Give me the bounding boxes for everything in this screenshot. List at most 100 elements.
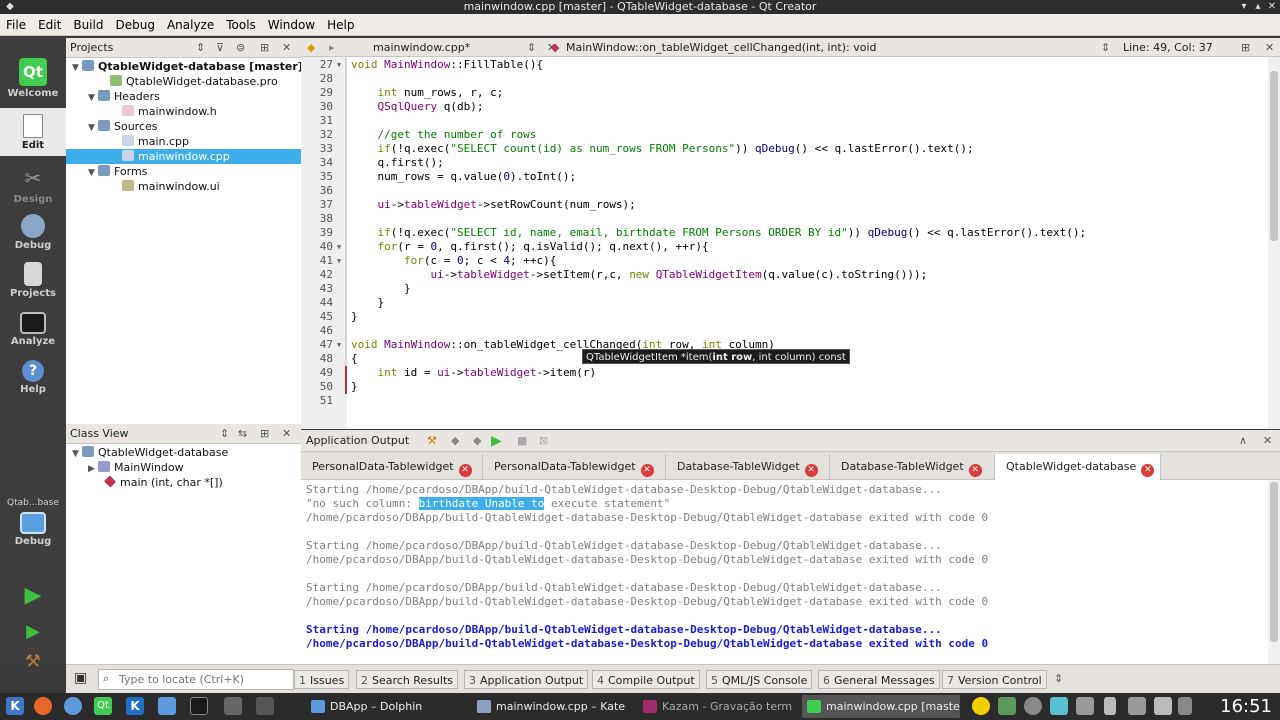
code-editor[interactable]: void MainWindow::FillTable(){ int num_ro…: [347, 57, 1268, 429]
close-tab-icon[interactable]: ✕: [804, 464, 818, 477]
application-output[interactable]: Starting /home/pcardoso/DBApp/build-Qtab…: [301, 480, 1268, 664]
editor-file-name[interactable]: mainwindow.cpp*: [373, 38, 470, 57]
split-panel-icon[interactable]: ⊞: [260, 424, 269, 444]
output-tab[interactable]: PersonalData-Tablewidget ✕: [483, 454, 666, 480]
menu-file[interactable]: File: [0, 14, 32, 36]
menu-build[interactable]: Build: [67, 14, 109, 36]
close-tab-icon[interactable]: ✕: [458, 464, 472, 477]
next-item-icon[interactable]: ◆: [473, 430, 481, 452]
toggle-sidebar-icon[interactable]: ▣: [74, 670, 87, 686]
close-tab-icon[interactable]: ✕: [1141, 464, 1155, 477]
output-tab-active[interactable]: QtableWidget-database ✕: [995, 454, 1161, 480]
class-item-project[interactable]: ▼ QtableWidget-database: [66, 445, 301, 460]
pane-qml-console-button[interactable]: 5 QML/JS Console: [706, 670, 813, 689]
forward-icon[interactable]: ▸: [329, 38, 335, 57]
scrollbar-thumb[interactable]: [1270, 71, 1278, 241]
tree-item-forms[interactable]: ▼ Forms: [66, 164, 301, 179]
split-panel-icon[interactable]: ⊞: [260, 38, 269, 58]
editor-symbol-selector[interactable]: MainWindow::on_tableWidget_cellChanged(i…: [566, 38, 877, 57]
selected-text[interactable]: birthdate Unable to: [418, 497, 545, 510]
target-selector[interactable]: Qtab...base Debug: [0, 498, 66, 562]
network-browser-icon[interactable]: [64, 697, 82, 715]
classview-sync-icon[interactable]: ⇆: [238, 424, 247, 444]
minimize-icon[interactable]: ▾: [1238, 1, 1250, 13]
updates-icon[interactable]: [1050, 697, 1068, 715]
cursor-position[interactable]: Line: 49, Col: 37: [1123, 38, 1213, 57]
clear-output-icon[interactable]: ⊠: [539, 430, 548, 452]
close-panel-icon[interactable]: ✕: [282, 424, 291, 444]
close-editor-icon[interactable]: ✕: [1265, 38, 1274, 57]
task-kazam[interactable]: Kazam - Gravação term: [638, 695, 798, 718]
network-icon[interactable]: [1024, 697, 1042, 715]
menu-help[interactable]: Help: [321, 14, 360, 36]
kdevelop-icon[interactable]: K: [126, 697, 144, 715]
maximize-icon[interactable]: ▴: [1252, 1, 1264, 13]
output-scrollbar[interactable]: [1268, 480, 1280, 664]
rerun-icon[interactable]: ▶: [491, 430, 502, 452]
pane-issues-button[interactable]: 1 Issues: [294, 670, 350, 689]
close-tab-icon[interactable]: ✕: [640, 464, 654, 477]
clipboard-icon[interactable]: [998, 697, 1016, 715]
scrollbar-thumb[interactable]: [1270, 482, 1278, 642]
class-item-mainwindow[interactable]: ▶ MainWindow: [66, 460, 301, 475]
link-editor-icon[interactable]: ⊜: [236, 38, 245, 58]
fold-marker-icon[interactable]: ▼: [337, 61, 341, 69]
mode-debug[interactable]: Debug: [0, 210, 66, 256]
menu-debug[interactable]: Debug: [109, 14, 160, 36]
pane-compile-output-button[interactable]: 4 Compile Output: [592, 670, 700, 689]
attach-debugger-icon[interactable]: ⚒: [427, 430, 437, 452]
mode-design[interactable]: ✂ Design: [0, 160, 66, 206]
kde-menu-icon[interactable]: K: [6, 697, 24, 715]
prev-item-icon[interactable]: ◆: [451, 430, 459, 452]
desktop-grid-icon[interactable]: [224, 697, 242, 715]
tree-item-sources[interactable]: ▼ Sources: [66, 119, 301, 134]
task-qtcreator[interactable]: mainwindow.cpp [maste: [802, 695, 960, 718]
task-kate[interactable]: mainwindow.cpp – Kate: [472, 695, 634, 718]
maximize-pane-icon[interactable]: ∧: [1239, 430, 1247, 452]
tree-item-mainwindow-ui[interactable]: mainwindow.ui: [66, 179, 301, 194]
pane-application-output-button[interactable]: 3 Application Output: [464, 670, 589, 689]
clock[interactable]: 16:51: [1220, 693, 1272, 720]
terminal-icon[interactable]: [190, 697, 208, 715]
tree-item-pro-file[interactable]: QtableWidget-database.pro: [66, 74, 301, 89]
back-icon[interactable]: ◆: [307, 38, 315, 57]
mode-analyze[interactable]: Analyze: [0, 308, 66, 354]
app-menu-icon[interactable]: ◆: [4, 1, 16, 13]
fold-marker-icon[interactable]: ▼: [337, 341, 341, 349]
tree-item-headers[interactable]: ▼ Headers: [66, 89, 301, 104]
firefox-icon[interactable]: [34, 697, 52, 715]
menu-analyze[interactable]: Analyze: [161, 14, 220, 36]
battery-icon[interactable]: [1104, 697, 1116, 715]
output-tab[interactable]: Database-TableWidget ✕: [830, 454, 995, 480]
more-panes-icon[interactable]: ⇕: [1054, 672, 1063, 685]
menu-window[interactable]: Window: [262, 14, 321, 36]
file-manager-icon[interactable]: [158, 697, 176, 715]
menu-edit[interactable]: Edit: [32, 14, 67, 36]
split-editor-icon[interactable]: ⊞: [1241, 38, 1250, 57]
classview-selector-icon[interactable]: ⇕: [220, 424, 229, 444]
tree-item-main-cpp[interactable]: main.cpp: [66, 134, 301, 149]
class-item-main-function[interactable]: main (int, char *[]): [66, 475, 301, 490]
bluetooth-icon[interactable]: [1128, 697, 1146, 715]
run-button[interactable]: ▶: [0, 584, 66, 608]
pane-general-messages-button[interactable]: 6 General Messages: [818, 670, 940, 689]
editor-scrollbar[interactable]: [1268, 57, 1280, 429]
mode-projects[interactable]: Projects: [0, 258, 66, 304]
pane-version-control-button[interactable]: 7 Version Control: [942, 670, 1047, 689]
symbol-dropdown-icon[interactable]: ⇕: [1101, 38, 1110, 57]
mode-welcome[interactable]: Qt Welcome: [0, 58, 66, 108]
mode-help[interactable]: ? Help: [0, 358, 66, 404]
volume-icon[interactable]: [1154, 697, 1172, 715]
locator-box[interactable]: ⌕: [98, 669, 294, 690]
close-tab-icon[interactable]: ✕: [968, 464, 982, 477]
tray-expand-icon[interactable]: [1178, 697, 1192, 715]
tree-item-mainwindow-cpp[interactable]: mainwindow.cpp: [66, 149, 301, 164]
tree-item-project[interactable]: ▼ QtableWidget-database [master]: [66, 59, 303, 74]
output-tab[interactable]: PersonalData-Tablewidget ✕: [301, 454, 483, 480]
mode-edit[interactable]: Edit: [0, 108, 66, 156]
notifications-icon[interactable]: [1076, 697, 1094, 715]
menu-tools[interactable]: Tools: [220, 14, 262, 36]
pane-search-results-button[interactable]: 2 Search Results: [356, 670, 459, 689]
stop-icon[interactable]: ■: [517, 430, 527, 452]
show-desktop-icon[interactable]: [256, 697, 274, 715]
